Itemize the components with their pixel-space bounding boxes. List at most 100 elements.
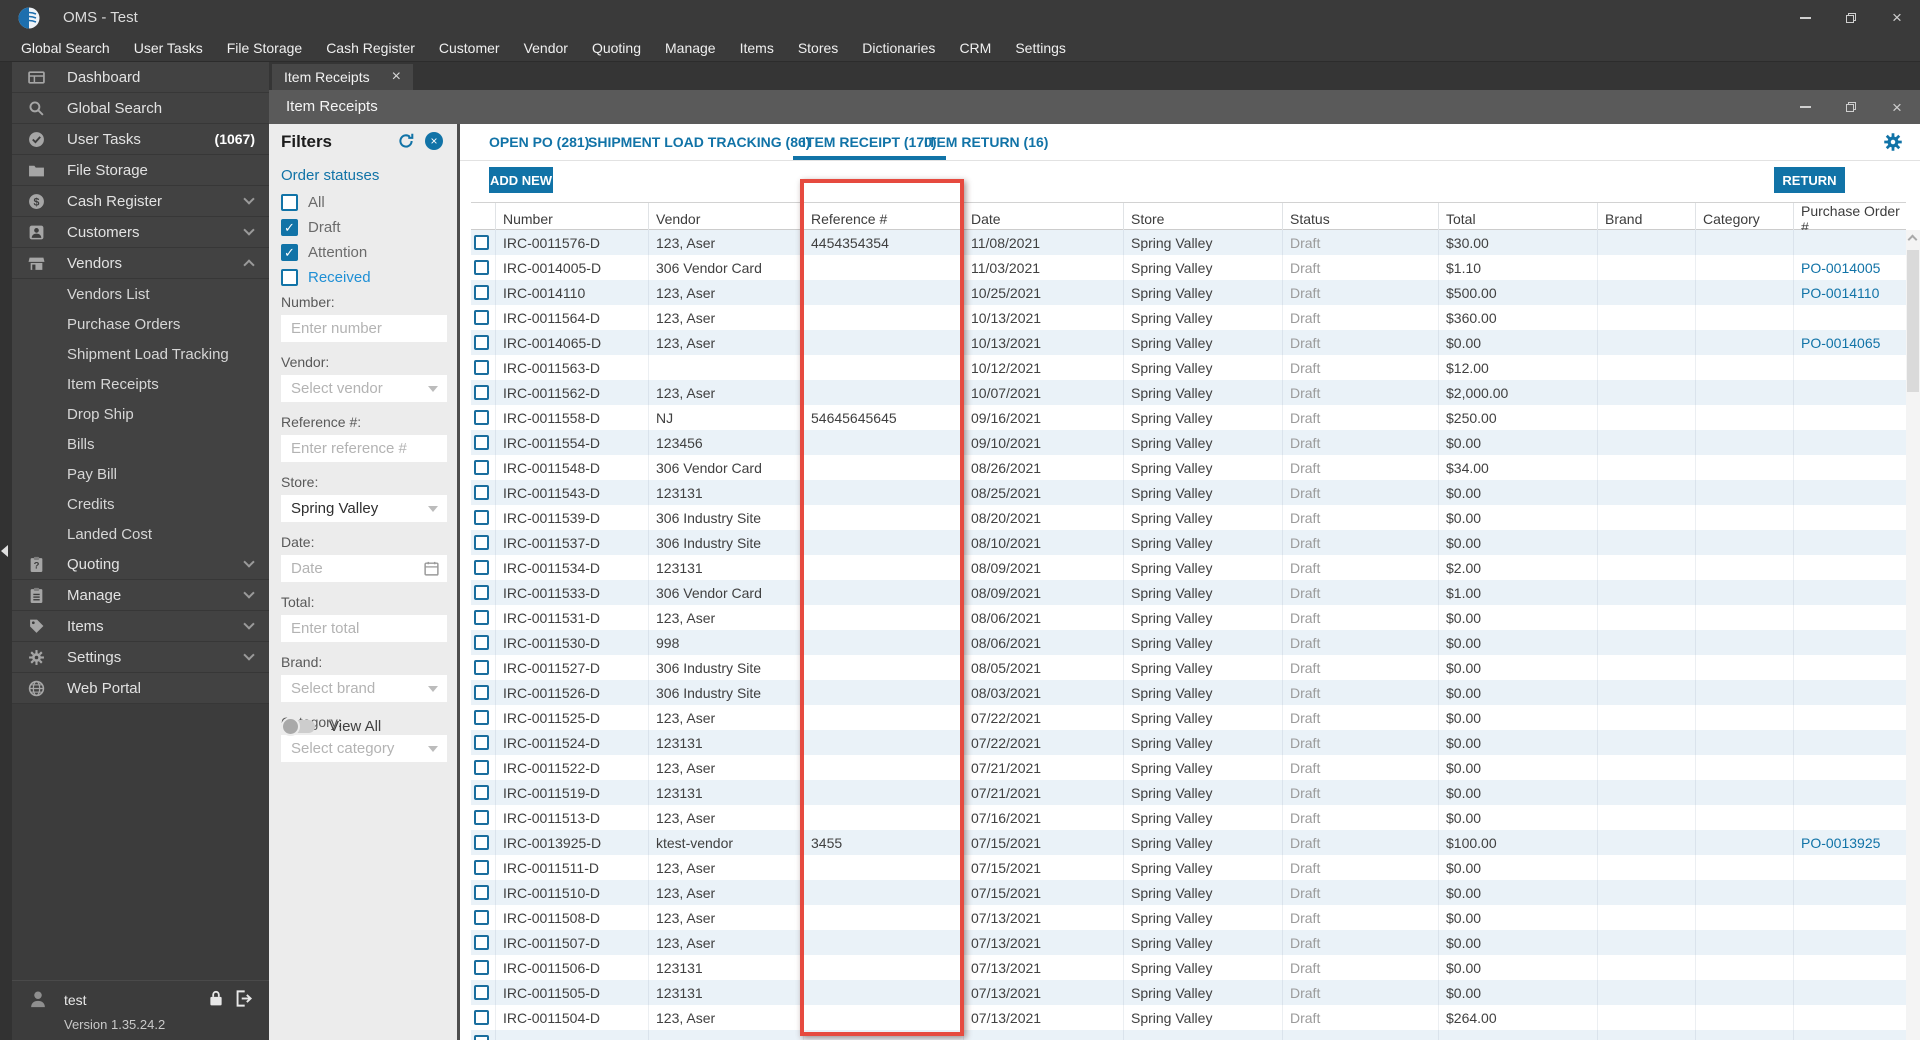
- window-minimize-button[interactable]: [1782, 0, 1828, 35]
- logout-icon[interactable]: [234, 989, 253, 1008]
- sidebar-item-user-tasks[interactable]: User Tasks (1067): [12, 124, 269, 155]
- table-row[interactable]: IRC-0011511-D 123, Aser 07/15/2021 Spring V…: [471, 855, 1906, 880]
- total-input[interactable]: Enter total: [281, 615, 447, 642]
- sidebar-item-web-portal[interactable]: Web Portal: [12, 673, 269, 704]
- row-checkbox[interactable]: [474, 560, 489, 575]
- sidebar-item-manage[interactable]: Manage: [12, 580, 269, 611]
- menu-item-customer[interactable]: Customer: [427, 40, 512, 56]
- table-row[interactable]: IRC-0011563-D 10/12/2021 Spring Valley Draf…: [471, 355, 1906, 380]
- calendar-icon[interactable]: [423, 560, 440, 577]
- checkbox-draft[interactable]: ✓: [281, 219, 298, 236]
- table-row[interactable]: IRC-0011531-D 123, Aser 08/06/2021 Spring V…: [471, 605, 1906, 630]
- menu-item-dictionaries[interactable]: Dictionaries: [850, 40, 947, 56]
- tab-shipment-load-tracking[interactable]: SHIPMENT LOAD TRACKING (86): [588, 124, 810, 160]
- scroll-up-arrow-icon[interactable]: [1907, 234, 1918, 245]
- row-checkbox[interactable]: [474, 685, 489, 700]
- row-checkbox[interactable]: [474, 585, 489, 600]
- sidebar-subitem-purchase-orders[interactable]: Purchase Orders: [12, 309, 269, 339]
- cell-purchase-order[interactable]: PO-0013925: [1794, 830, 1906, 855]
- table-row[interactable]: IRC-0011505-D 123131 07/13/2021 Spring Vall…: [471, 980, 1906, 1005]
- child-minimize-button[interactable]: [1782, 90, 1828, 124]
- menu-item-user-tasks[interactable]: User Tasks: [122, 40, 215, 56]
- sidebar-subitem-landed-cost[interactable]: Landed Cost: [12, 519, 269, 549]
- sidebar-item-dashboard[interactable]: Dashboard: [12, 62, 269, 93]
- sidebar-item-cash-register[interactable]: $ Cash Register: [12, 186, 269, 217]
- sidebar-item-global-search[interactable]: Global Search: [12, 93, 269, 124]
- menu-item-global-search[interactable]: Global Search: [9, 40, 122, 56]
- row-checkbox[interactable]: [474, 835, 489, 850]
- row-checkbox[interactable]: [474, 310, 489, 325]
- row-checkbox[interactable]: [474, 960, 489, 975]
- table-row[interactable]: IRC-0011527-D 306 Industry Site 08/05/2021…: [471, 655, 1906, 680]
- sidebar-item-vendors[interactable]: Vendors: [12, 248, 269, 279]
- table-row[interactable]: IRC-0011543-D 123131 08/25/2021 Spring Vall…: [471, 480, 1906, 505]
- grid-settings-gear-icon[interactable]: [1883, 132, 1903, 152]
- table-row[interactable]: IRC-0011558-D NJ 54645645645 09/16/2021 Spri…: [471, 405, 1906, 430]
- table-row[interactable]: IRC-0011525-D 123, Aser 07/22/2021 Spring V…: [471, 705, 1906, 730]
- view-all-toggle[interactable]: [281, 717, 315, 736]
- sidebar-subitem-drop-ship[interactable]: Drop Ship: [12, 399, 269, 429]
- row-checkbox[interactable]: [474, 235, 489, 250]
- row-checkbox[interactable]: [474, 710, 489, 725]
- return-button[interactable]: RETURN: [1774, 167, 1845, 193]
- sidebar-subitem-bills[interactable]: Bills: [12, 429, 269, 459]
- row-checkbox[interactable]: [474, 535, 489, 550]
- table-row[interactable]: IRC-0011548-D 306 Vendor Card 08/26/2021 Sp…: [471, 455, 1906, 480]
- vendor-select[interactable]: Select vendor: [281, 375, 447, 402]
- row-checkbox[interactable]: [474, 935, 489, 950]
- row-checkbox[interactable]: [474, 510, 489, 525]
- row-checkbox[interactable]: [474, 435, 489, 450]
- clear-filters-icon[interactable]: ×: [425, 132, 443, 150]
- tab-item-receipt[interactable]: ITEM RECEIPT (170): [793, 124, 946, 160]
- window-restore-button[interactable]: [1828, 0, 1874, 35]
- tab-item-return[interactable]: ITEM RETURN (16): [924, 124, 1048, 160]
- table-row[interactable]: IRC-0013925-D ktest-vendor 3455 07/15/2021 S…: [471, 830, 1906, 855]
- row-checkbox[interactable]: [474, 810, 489, 825]
- store-select[interactable]: Spring Valley: [281, 495, 447, 522]
- cell-purchase-order[interactable]: PO-0014005: [1794, 255, 1906, 280]
- table-row[interactable]: IRC-0011534-D 123131 08/09/2021 Spring Vall…: [471, 555, 1906, 580]
- menu-item-settings[interactable]: Settings: [1003, 40, 1078, 56]
- sidebar-subitem-item-receipts[interactable]: Item Receipts: [12, 369, 269, 399]
- lock-icon[interactable]: [207, 989, 225, 1007]
- sidebar-subitem-credits[interactable]: Credits: [12, 489, 269, 519]
- table-row[interactable]: IRC-0011539-D 306 Industry Site 08/20/2021…: [471, 505, 1906, 530]
- child-close-button[interactable]: ×: [1874, 90, 1920, 124]
- table-row[interactable]: IRC-0011524-D 123131 07/22/2021 Spring Vall…: [471, 730, 1906, 755]
- table-row[interactable]: IRC-0011526-D 306 Industry Site 08/03/2021…: [471, 680, 1906, 705]
- sidebar-item-settings[interactable]: Settings: [12, 642, 269, 673]
- date-input[interactable]: Date: [281, 555, 447, 582]
- menu-item-manage[interactable]: Manage: [653, 40, 728, 56]
- sidebar-collapse-arrow-icon[interactable]: [1, 545, 8, 557]
- table-row[interactable]: IRC-0011576-D 123, Aser 4454354354 11/08/20…: [471, 230, 1906, 255]
- window-close-button[interactable]: ×: [1874, 0, 1920, 35]
- table-row[interactable]: IRC-0011504-D 123, Aser 07/13/2021 Spring V…: [471, 1005, 1906, 1030]
- table-row-partial[interactable]: [471, 1030, 1906, 1040]
- row-checkbox[interactable]: [474, 635, 489, 650]
- reference-input[interactable]: Enter reference #: [281, 435, 447, 462]
- scrollbar-thumb[interactable]: [1907, 250, 1919, 392]
- cell-purchase-order[interactable]: PO-0014065: [1794, 330, 1906, 355]
- row-checkbox[interactable]: [474, 885, 489, 900]
- table-row[interactable]: IRC-0011554-D 123456 09/10/2021 Spring Vall…: [471, 430, 1906, 455]
- row-checkbox[interactable]: [474, 785, 489, 800]
- menu-item-cash-register[interactable]: Cash Register: [314, 40, 427, 56]
- vertical-scrollbar[interactable]: [1906, 230, 1920, 1040]
- row-checkbox[interactable]: [474, 260, 489, 275]
- table-row[interactable]: IRC-0011508-D 123, Aser 07/13/2021 Spring V…: [471, 905, 1906, 930]
- table-row[interactable]: IRC-0011506-D 123131 07/13/2021 Spring Vall…: [471, 955, 1906, 980]
- cell-purchase-order[interactable]: PO-0014110: [1794, 280, 1906, 305]
- row-checkbox[interactable]: [474, 460, 489, 475]
- child-restore-button[interactable]: [1828, 90, 1874, 124]
- row-checkbox[interactable]: [474, 285, 489, 300]
- refresh-icon[interactable]: [397, 132, 415, 150]
- row-checkbox[interactable]: [474, 1035, 489, 1040]
- sidebar-item-items[interactable]: Items: [12, 611, 269, 642]
- table-row[interactable]: IRC-0014005-D 306 Vendor Card 11/03/2021 Sp…: [471, 255, 1906, 280]
- row-checkbox[interactable]: [474, 1010, 489, 1025]
- table-row[interactable]: IRC-0011562-D 123, Aser 10/07/2021 Spring V…: [471, 380, 1906, 405]
- table-row[interactable]: IRC-0011510-D 123, Aser 07/15/2021 Spring V…: [471, 880, 1906, 905]
- table-row[interactable]: IRC-0011507-D 123, Aser 07/13/2021 Spring V…: [471, 930, 1906, 955]
- row-checkbox[interactable]: [474, 410, 489, 425]
- sidebar-subitem-vendors-list[interactable]: Vendors List: [12, 279, 269, 309]
